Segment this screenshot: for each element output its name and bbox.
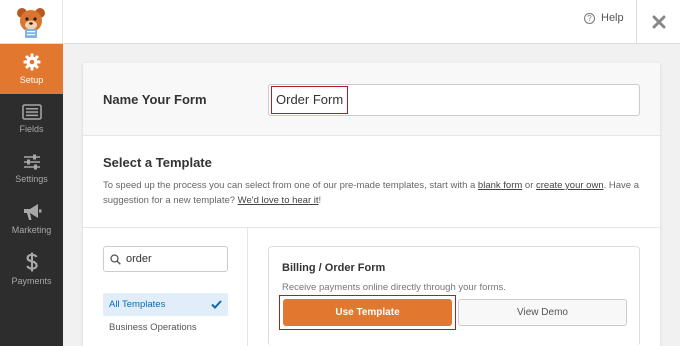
use-template-label: Use Template bbox=[335, 307, 400, 318]
dollar-icon bbox=[25, 252, 38, 272]
template-card: Billing / Order Form Receive payments on… bbox=[268, 246, 640, 346]
divider bbox=[247, 227, 248, 346]
fields-icon bbox=[21, 104, 42, 120]
sidebar-item-label: Payments bbox=[11, 276, 52, 286]
select-template-title: Select a Template bbox=[103, 155, 212, 170]
category-label: All Templates bbox=[109, 299, 166, 310]
sidebar-item-label: Fields bbox=[19, 124, 44, 134]
sidebar-item-fields[interactable]: Fields bbox=[0, 94, 63, 144]
search-icon bbox=[110, 253, 121, 265]
sidebar-item-label: Settings bbox=[15, 174, 48, 184]
sidebar-item-label: Setup bbox=[19, 75, 44, 85]
form-name-value: Order Form bbox=[271, 86, 349, 114]
help-link[interactable]: ? Help bbox=[584, 12, 624, 24]
view-demo-button[interactable]: View Demo bbox=[458, 299, 627, 326]
create-your-own-link[interactable]: create your own bbox=[536, 180, 604, 191]
close-button[interactable] bbox=[636, 0, 680, 44]
sidebar: Setup Fields Settings Marketing Payments bbox=[0, 44, 63, 346]
help-icon: ? bbox=[584, 12, 595, 24]
template-title: Billing / Order Form bbox=[282, 262, 386, 274]
form-name-input[interactable]: Order Form bbox=[268, 84, 640, 116]
form-name-row: Name Your Form Order Form bbox=[83, 63, 660, 136]
top-bar: ? Help bbox=[0, 0, 680, 44]
bear-logo-icon bbox=[17, 8, 45, 38]
category-all-templates[interactable]: All Templates bbox=[103, 293, 228, 316]
sidebar-item-settings[interactable]: Settings bbox=[0, 144, 63, 194]
checkmark-icon bbox=[211, 300, 222, 309]
template-desc: Receive payments online directly through… bbox=[282, 282, 506, 293]
divider bbox=[83, 227, 660, 228]
desc-text: To speed up the process you can select f… bbox=[103, 180, 478, 191]
template-search-input[interactable]: order bbox=[103, 246, 228, 272]
suggest-template-link[interactable]: We'd love to hear it bbox=[238, 195, 319, 206]
blank-form-link[interactable]: blank form bbox=[478, 180, 522, 191]
sidebar-item-marketing[interactable]: Marketing bbox=[0, 194, 63, 244]
search-value: order bbox=[126, 253, 152, 265]
desc-text: ! bbox=[318, 195, 322, 206]
category-label: Business Operations bbox=[109, 322, 197, 333]
sidebar-item-payments[interactable]: Payments bbox=[0, 244, 63, 294]
use-template-button[interactable]: Use Template bbox=[283, 299, 452, 326]
sidebar-item-label: Marketing bbox=[11, 225, 52, 235]
sidebar-item-setup[interactable]: Setup bbox=[0, 44, 63, 94]
view-demo-label: View Demo bbox=[517, 307, 568, 318]
category-business-operations[interactable]: Business Operations bbox=[109, 322, 197, 333]
gear-icon bbox=[23, 53, 40, 71]
close-icon bbox=[652, 15, 665, 29]
help-label: Help bbox=[601, 12, 624, 24]
logo bbox=[0, 0, 63, 44]
form-name-label: Name Your Form bbox=[103, 92, 207, 107]
megaphone-icon bbox=[23, 204, 41, 220]
setup-panel: Name Your Form Order Form Select a Templ… bbox=[83, 63, 660, 346]
sliders-icon bbox=[23, 154, 40, 170]
template-description: To speed up the process you can select f… bbox=[103, 178, 643, 208]
desc-text: or bbox=[522, 180, 537, 191]
